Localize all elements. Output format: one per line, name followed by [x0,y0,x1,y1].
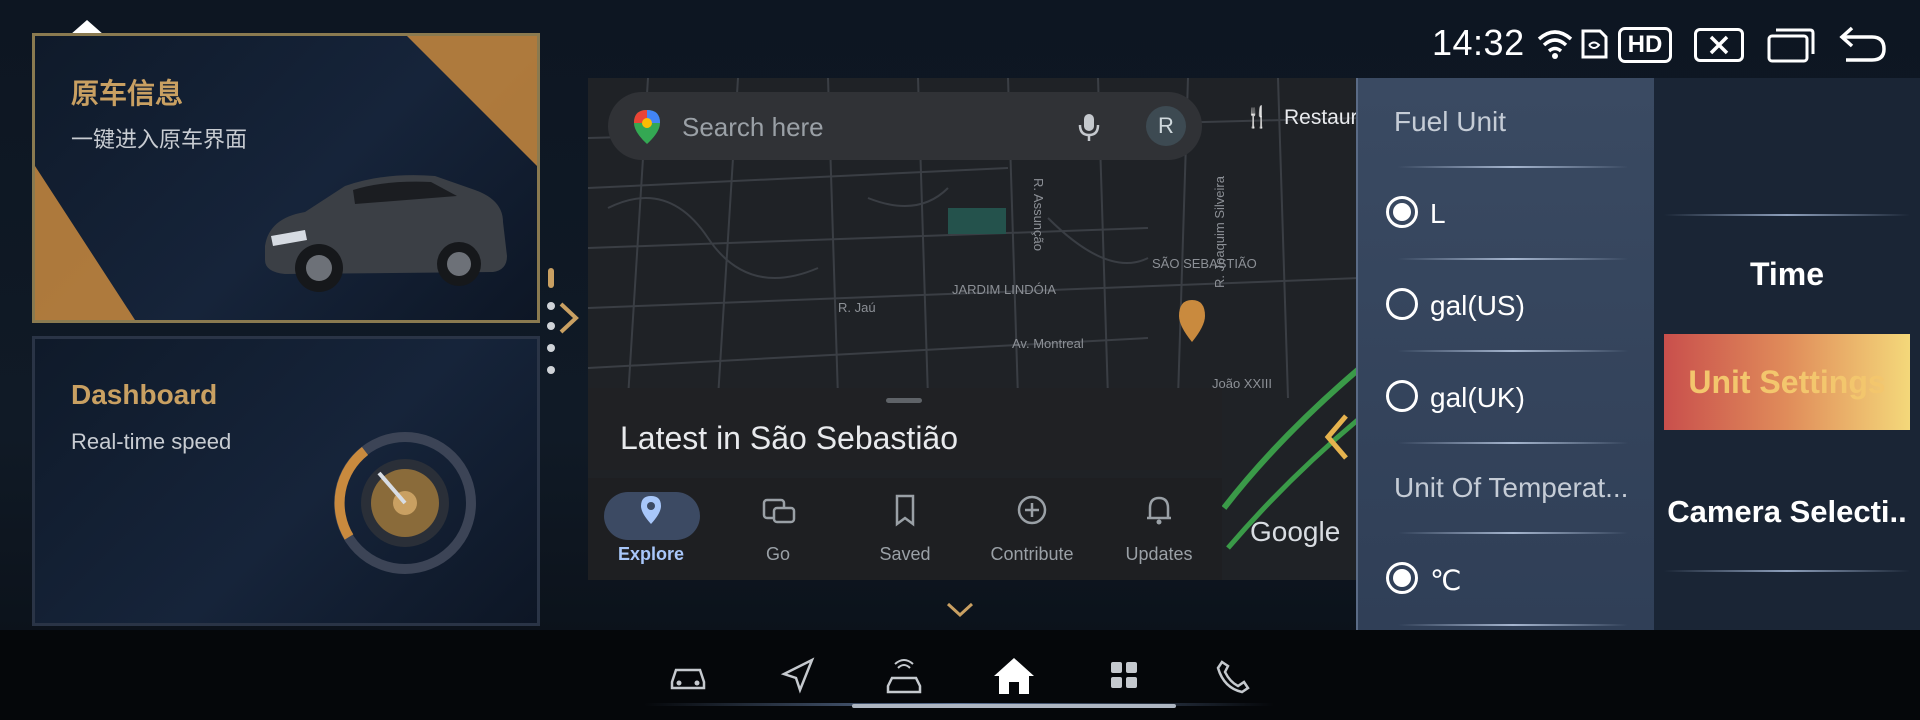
page-dot [547,366,555,374]
chevron-left-icon [1324,414,1348,460]
temp-option-celsius[interactable]: ℃ [1386,554,1646,604]
page-dot [547,344,555,352]
map-search-bar[interactable]: Search here R [608,92,1202,160]
apps-grid-icon[interactable] [1102,656,1146,696]
latest-title: Latest in São Sebastião [620,420,959,456]
menu-item-time[interactable]: Time [1664,226,1910,322]
card-subtitle: 一键进入原车界面 [71,127,248,152]
nav-label: Contribute [990,544,1074,564]
nav-label: Explore [617,544,685,564]
dashboard-card[interactable]: Dashboard Real-time speed [32,336,540,626]
card-title: Dashboard [71,379,218,410]
latest-panel[interactable]: Latest in São Sebastião [588,388,1222,470]
radio-unselected[interactable] [1386,288,1418,320]
nav-go[interactable]: Go [715,478,841,580]
commute-icon [762,498,796,524]
nav-updates[interactable]: Updates [1096,478,1222,580]
map-label: JARDIM LINDÓIA [952,282,1056,297]
divider [1398,350,1628,352]
sd-card-icon [1580,28,1608,60]
hd-badge: HD [1618,27,1672,63]
chevron-down-icon [946,602,974,618]
fork-knife-icon: 🍴 [1244,106,1271,129]
car-signal-icon[interactable] [882,656,926,696]
temperature-unit-heading: Unit Of Temperat... [1394,472,1629,503]
divider [1398,258,1628,260]
back-button[interactable] [1838,24,1888,64]
radio-selected[interactable] [1386,562,1418,594]
home-icon[interactable] [992,656,1036,696]
next-page-button[interactable] [556,300,582,336]
map-label: R. Jaú [838,300,876,315]
pin-icon [641,496,661,524]
divider [1398,166,1628,168]
chevron-right-icon [559,302,579,334]
settings-menu: Time Unit Settings Camera Selecti.. [1654,78,1920,720]
car-image [265,175,507,292]
divider [1664,214,1910,216]
avatar[interactable]: R [1146,106,1186,146]
page-indicator-active [548,268,554,288]
car-icon[interactable] [666,656,710,696]
radio-selected[interactable] [1386,196,1418,228]
page-dot [547,302,555,310]
fuel-option-gal-us[interactable]: gal(US) [1386,280,1646,330]
card-subtitle: Real-time speed [71,429,232,454]
microphone-icon[interactable] [1078,112,1100,142]
divider [1398,624,1628,626]
close-window-button[interactable] [1694,28,1744,62]
map-label: SÃO SEBASTIÃO [1152,256,1257,271]
divider [1398,532,1628,534]
multi-window-button[interactable] [1766,27,1816,63]
divider [1664,570,1910,572]
option-label: gal(US) [1430,290,1525,321]
google-attribution: Google [1250,516,1341,547]
unit-settings-panel: Fuel Unit L gal(US) gal(UK) Unit Of Temp… [1356,78,1654,720]
wifi-icon [1536,28,1574,60]
vehicle-info-card[interactable]: 原车信息 一键进入原车界面 [32,33,540,323]
bell-icon [1147,496,1171,525]
nav-contribute[interactable]: Contribute [969,478,1095,580]
fuel-option-l[interactable]: L [1386,188,1646,238]
add-circle-icon [1017,495,1047,525]
menu-item-unit-settings[interactable]: Unit Settings [1664,334,1910,430]
fuel-option-gal-uk[interactable]: gal(UK) [1386,372,1646,422]
nav-saved[interactable]: Saved [842,478,968,580]
drag-handle[interactable] [886,398,922,403]
dock-active-indicator [852,704,1176,708]
nav-label: Updates [1125,544,1193,564]
bookmark-icon [895,494,915,527]
multi-window-icon [1767,28,1815,63]
collapse-panel-button[interactable] [1322,412,1352,462]
nav-label: Saved [879,544,931,564]
card-title: 原车信息 [71,78,184,109]
map-label: R. Joaquim Silveira [1212,175,1227,288]
option-label: ℃ [1430,565,1462,596]
nav-label: Go [765,544,790,564]
phone-icon[interactable] [1210,656,1254,696]
status-time: 14:32 [1432,22,1525,63]
page-dot [547,322,555,330]
fuel-unit-heading: Fuel Unit [1394,106,1507,137]
radio-unselected[interactable] [1386,380,1418,412]
close-icon [1709,35,1729,55]
maps-bottom-nav: Explore Go Saved Contribute Updates [588,478,1222,580]
menu-item-camera-selection[interactable]: Camera Selecti.. [1664,464,1910,560]
navigation-icon[interactable] [776,656,820,696]
search-placeholder: Search here [682,112,824,142]
expand-button[interactable] [945,600,975,620]
map-label: Av. Montreal [1012,336,1084,351]
option-label: gal(UK) [1430,382,1525,413]
nav-explore[interactable]: Explore [588,478,714,580]
divider [1398,442,1628,444]
maps-pin-logo-icon [634,110,660,144]
map-label: R. Assunção [1031,178,1046,251]
speedometer-icon [334,432,476,574]
option-label: L [1430,198,1446,229]
back-arrow-icon [1839,26,1886,62]
